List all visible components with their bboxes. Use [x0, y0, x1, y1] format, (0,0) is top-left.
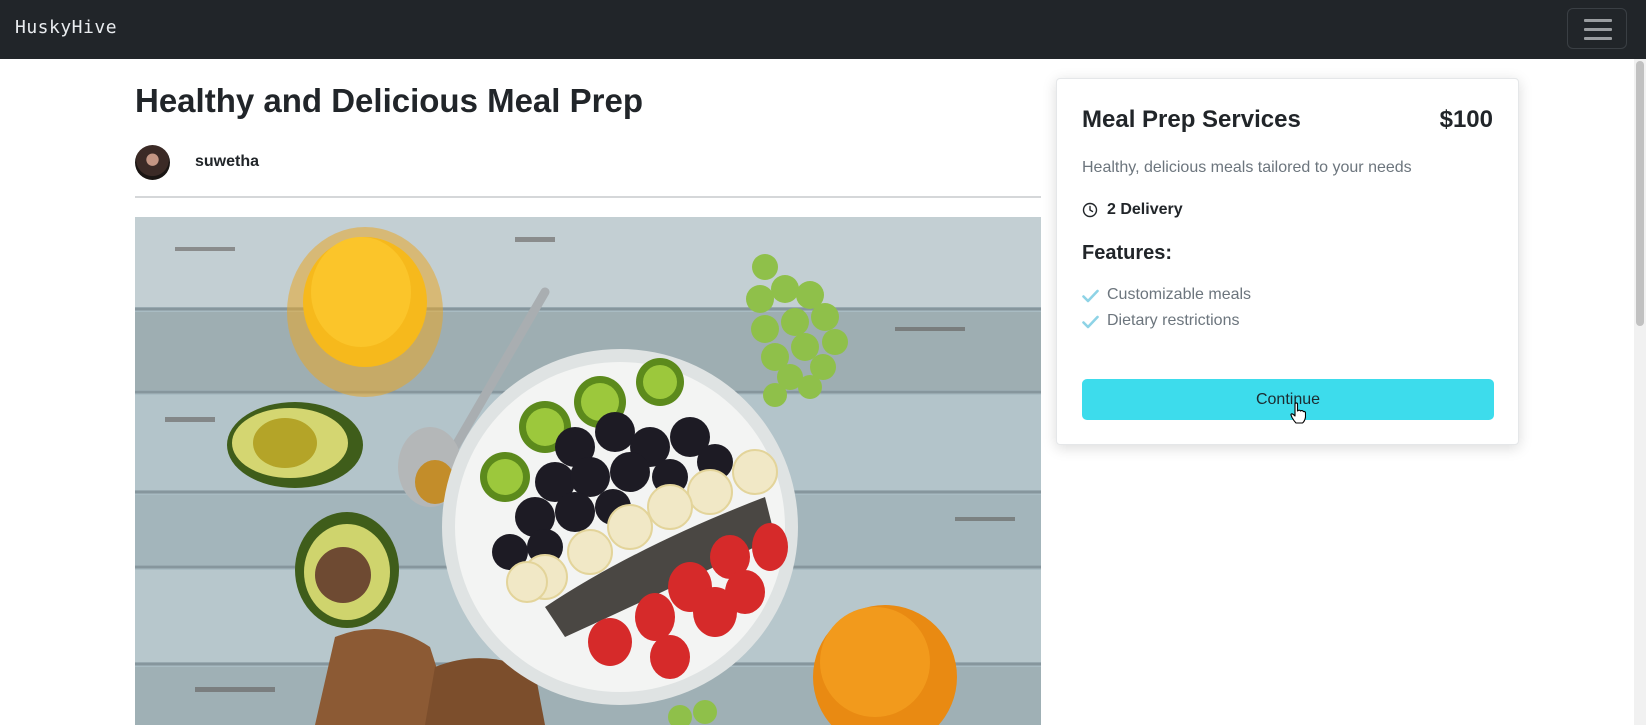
top-navbar: HuskyHive: [0, 0, 1646, 59]
meal-prep-image: [135, 217, 1041, 725]
hamburger-menu-icon[interactable]: [1567, 8, 1627, 49]
service-description: Healthy, delicious meals tailored to you…: [1082, 159, 1412, 176]
divider: [135, 196, 1041, 198]
author-name[interactable]: suwetha: [195, 153, 259, 171]
feature-label: Customizable meals: [1107, 286, 1252, 303]
check-icon: [1082, 315, 1099, 329]
continue-button[interactable]: Continue: [1082, 379, 1494, 420]
hand-cursor-icon: [1290, 402, 1306, 424]
page-title: Healthy and Delicious Meal Prep: [135, 82, 643, 119]
features-heading: Features:: [1082, 242, 1173, 264]
clock-icon: [1082, 202, 1098, 218]
page-scrollbar[interactable]: [1634, 59, 1646, 725]
scrollbar-thumb[interactable]: [1636, 61, 1644, 326]
service-card: Meal Prep Services $100 Healthy, delicio…: [1056, 78, 1519, 445]
service-title: Meal Prep Services: [1082, 106, 1301, 133]
service-price: $100: [1439, 106, 1493, 133]
avatar[interactable]: [135, 145, 170, 180]
delivery-text: 2 Delivery: [1107, 201, 1183, 218]
check-icon: [1082, 289, 1099, 303]
brand-logo[interactable]: HuskyHive: [15, 17, 117, 38]
author-row: suwetha: [135, 145, 735, 181]
feature-label: Dietary restrictions: [1107, 312, 1240, 329]
